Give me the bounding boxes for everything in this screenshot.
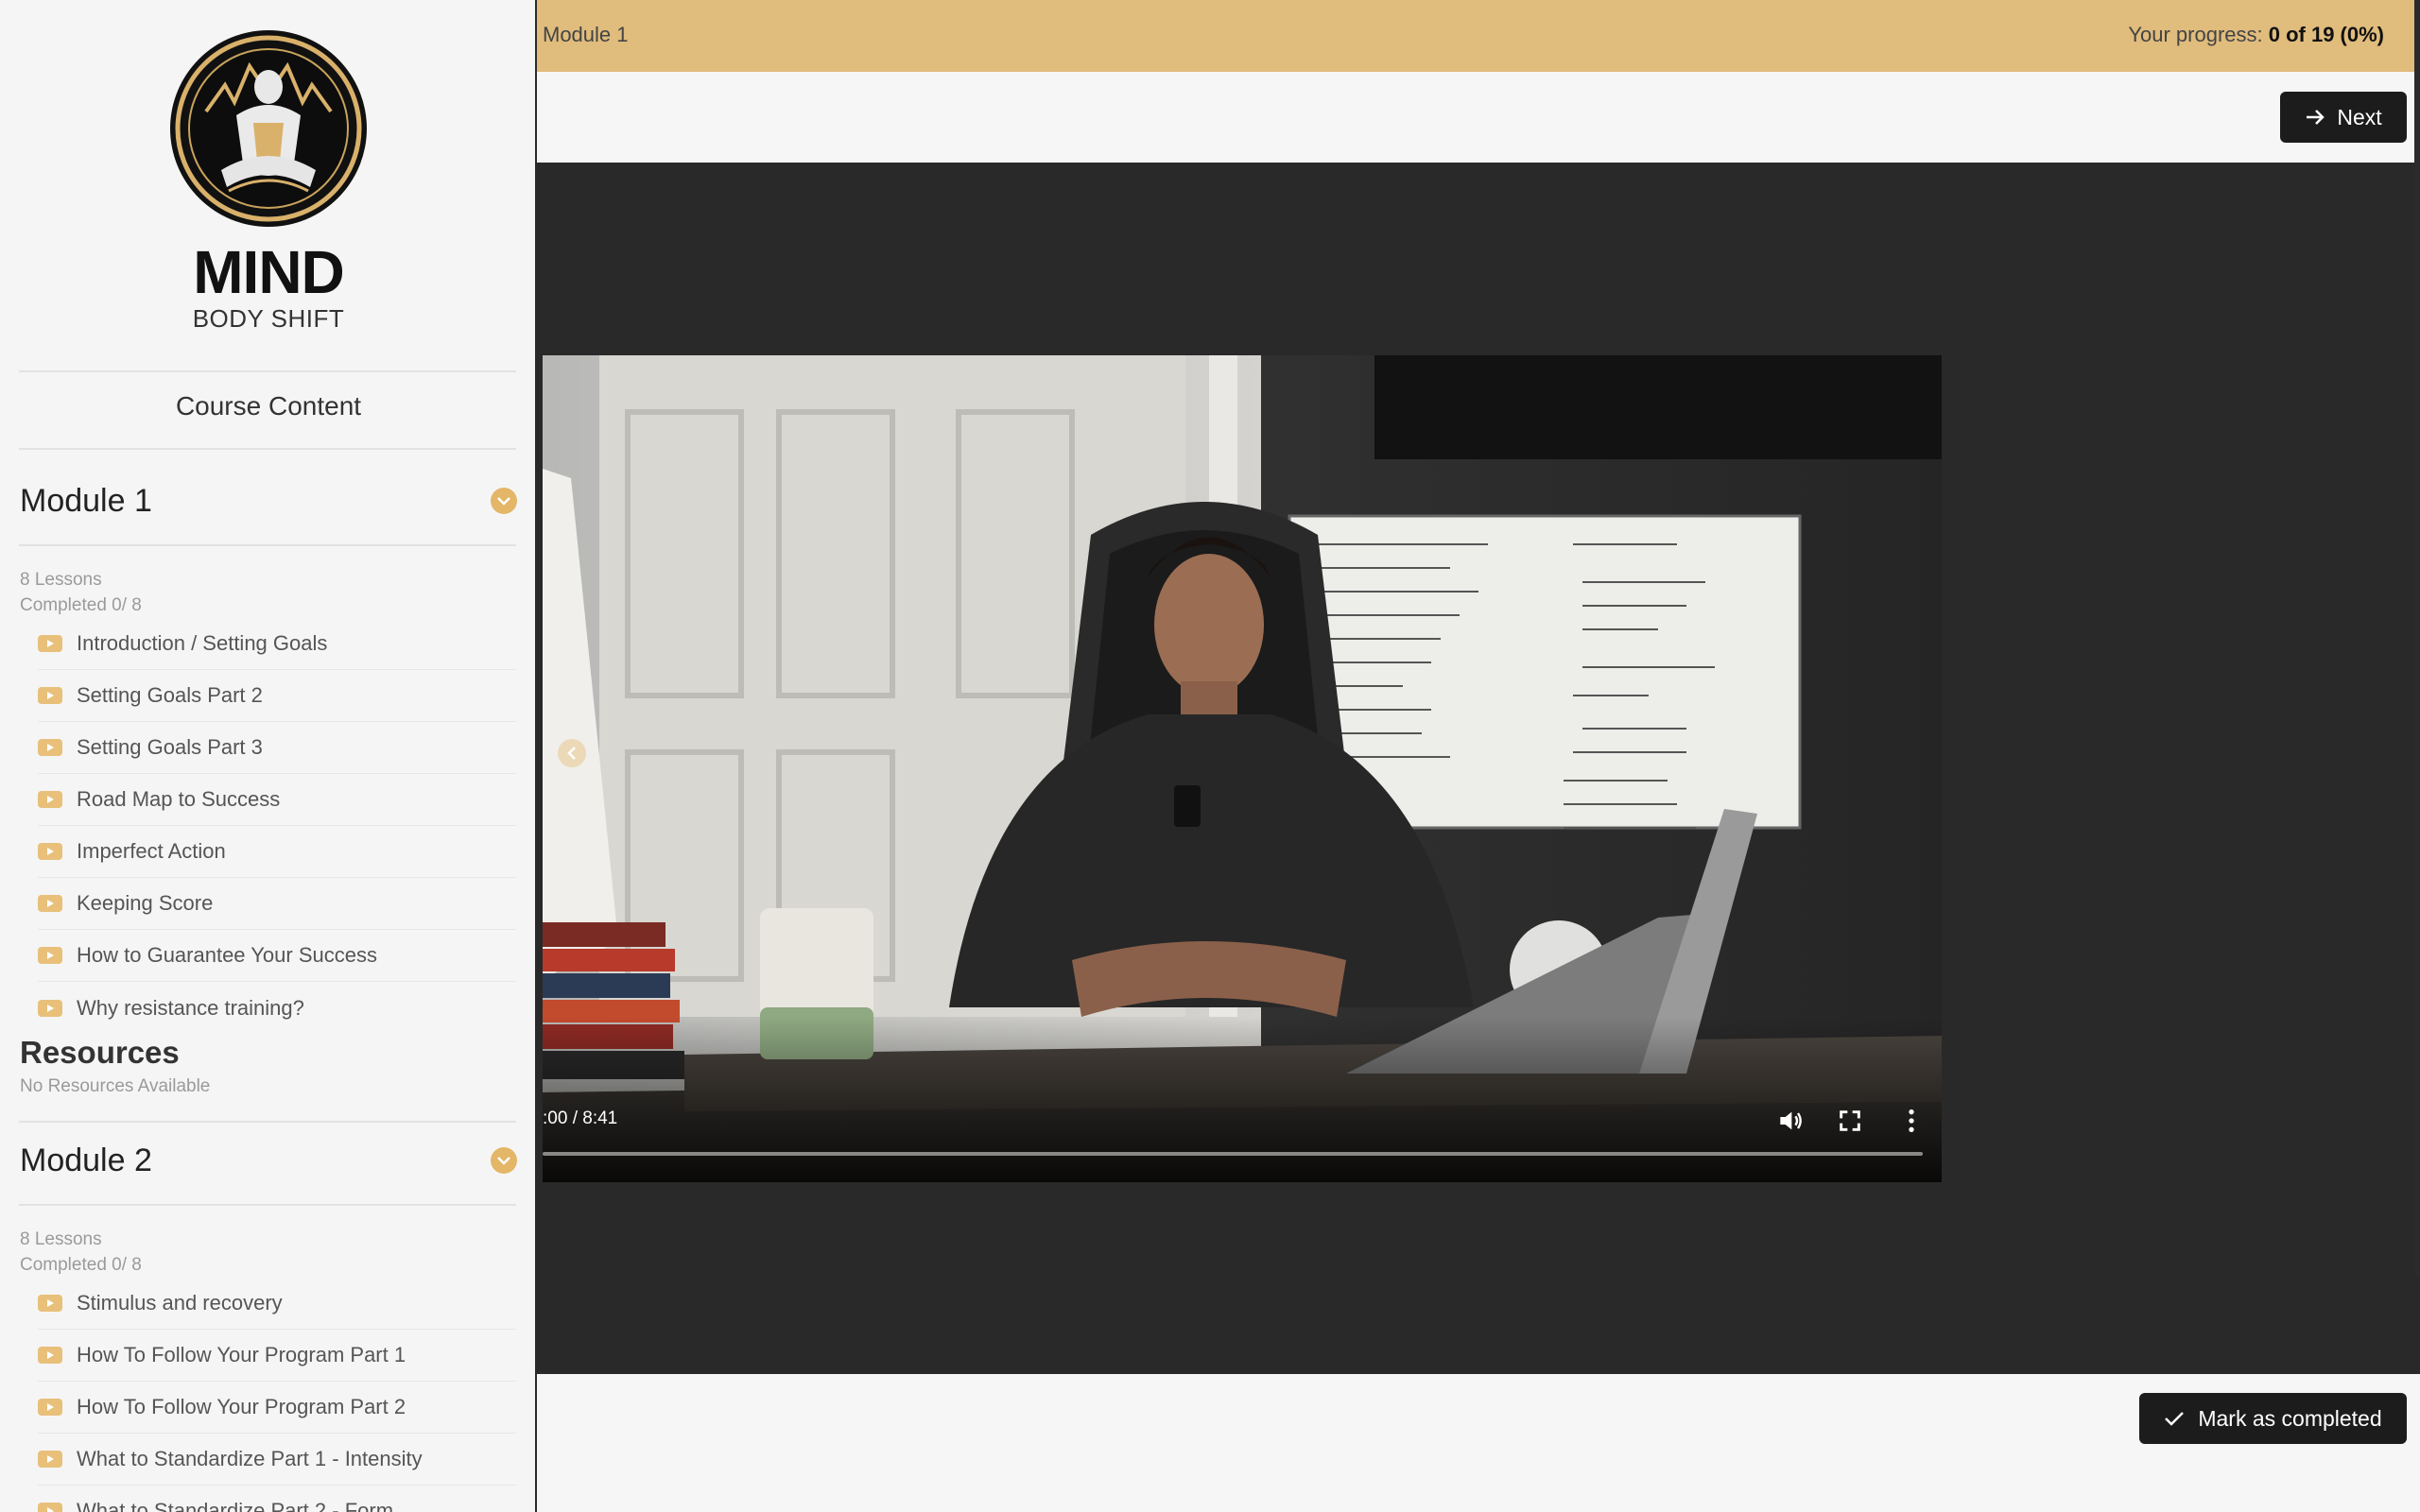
play-icon — [38, 687, 62, 704]
lesson-label: What to Standardize Part 1 - Intensity — [77, 1447, 423, 1470]
lesson-label: Road Map to Success — [77, 787, 281, 811]
brand-subtitle: BODY SHIFT — [192, 304, 345, 333]
lessons-count: 8 Lessons — [20, 570, 102, 590]
fullscreen-icon[interactable] — [1835, 1106, 1865, 1136]
lesson-label: Imperfect Action — [77, 839, 226, 863]
arrow-right-icon — [2307, 110, 2325, 125]
module-1-header[interactable]: Module 1 — [20, 472, 517, 529]
lesson-item[interactable]: Stimulus and recovery — [38, 1278, 516, 1330]
play-icon — [38, 947, 62, 964]
play-icon — [38, 843, 62, 860]
lesson-item[interactable]: What to Standardize Part 2 - Form — [38, 1486, 516, 1512]
lesson-label: Keeping Score — [77, 891, 214, 915]
resources-note: No Resources Available — [20, 1076, 211, 1096]
video-seek-bar[interactable] — [543, 1152, 1923, 1156]
volume-icon[interactable] — [1775, 1106, 1806, 1136]
lesson-item[interactable]: Introduction / Setting Goals — [38, 618, 516, 670]
completed-count: Completed 0/ 8 — [20, 1255, 142, 1275]
play-icon — [38, 1399, 62, 1416]
course-content-heading: Course Content — [175, 391, 362, 421]
chevron-down-icon[interactable] — [491, 488, 517, 514]
video-time: :00 / 8:41 — [543, 1108, 618, 1128]
progress-text: Your progress: 0 of 19 (0%) — [2128, 23, 2384, 47]
scrollbar[interactable] — [2414, 0, 2420, 1276]
module-meta: 8 Lessons Completed 0/ 8 — [20, 1227, 142, 1278]
logo-emblem-icon — [168, 28, 369, 229]
play-icon — [38, 739, 62, 756]
play-icon — [38, 635, 62, 652]
lesson-label: Setting Goals Part 3 — [77, 735, 263, 759]
check-icon — [2165, 1412, 2185, 1426]
progress-bar-header: Module 1 Your progress: 0 of 19 (0%) — [537, 0, 2420, 72]
completed-count: Completed 0/ 8 — [20, 595, 142, 615]
progress-value: 0 of 19 (0%) — [2268, 23, 2384, 46]
lesson-nav: Next — [537, 72, 2420, 163]
play-icon — [38, 895, 62, 912]
lesson-label: Introduction / Setting Goals — [77, 631, 328, 655]
lesson-label: How To Follow Your Program Part 2 — [77, 1395, 406, 1418]
lesson-label: Why resistance training? — [77, 995, 304, 1020]
module-2-lessons: Stimulus and recovery How To Follow Your… — [38, 1278, 516, 1512]
lesson-item[interactable]: What to Standardize Part 1 - Intensity — [38, 1434, 516, 1486]
sidebar: MIND BODY SHIFT Course Content Module 1 … — [0, 0, 537, 1512]
mark-completed-label: Mark as completed — [2198, 1405, 2382, 1431]
next-button[interactable]: Next — [2280, 92, 2407, 143]
play-icon — [38, 791, 62, 808]
lesson-item[interactable]: How To Follow Your Program Part 1 — [38, 1330, 516, 1382]
lesson-item[interactable]: Why resistance training? — [38, 982, 516, 1034]
play-icon — [38, 1295, 62, 1312]
logo[interactable]: MIND BODY SHIFT — [0, 28, 535, 334]
more-options-icon[interactable] — [1896, 1106, 1927, 1136]
lesson-label: Stimulus and recovery — [77, 1291, 283, 1314]
lesson-item[interactable]: How to Guarantee Your Success — [38, 930, 516, 982]
resources-title: Resources — [20, 1035, 180, 1070]
lesson-label: How To Follow Your Program Part 1 — [77, 1343, 406, 1366]
divider — [19, 1204, 516, 1206]
lesson-item[interactable]: Keeping Score — [38, 878, 516, 930]
divider — [19, 544, 516, 546]
video-player[interactable] — [543, 355, 1942, 1182]
previous-arrow-icon[interactable] — [558, 739, 586, 767]
video-frame-image — [543, 355, 1942, 1182]
divider — [19, 448, 516, 450]
module-title: Module 1 — [20, 482, 152, 519]
current-module-label: Module 1 — [543, 23, 629, 46]
divider — [19, 1121, 516, 1123]
lesson-label: Setting Goals Part 2 — [77, 683, 263, 707]
next-label: Next — [2337, 104, 2382, 129]
lesson-item[interactable]: How To Follow Your Program Part 2 — [38, 1382, 516, 1434]
lessons-count: 8 Lessons — [20, 1229, 102, 1249]
lesson-item[interactable]: Road Map to Success — [38, 774, 516, 826]
module-meta: 8 Lessons Completed 0/ 8 — [20, 567, 142, 618]
module-title: Module 2 — [20, 1142, 152, 1178]
lesson-item[interactable]: Setting Goals Part 3 — [38, 722, 516, 774]
progress-label: Your progress: — [2128, 23, 2269, 46]
lesson-label: How to Guarantee Your Success — [77, 943, 377, 967]
lesson-item[interactable]: Setting Goals Part 2 — [38, 670, 516, 722]
chevron-down-icon[interactable] — [491, 1147, 517, 1174]
lesson-label: What to Standardize Part 2 - Form — [77, 1499, 394, 1512]
lesson-item[interactable]: Imperfect Action — [38, 826, 516, 878]
mark-completed-button[interactable]: Mark as completed — [2139, 1393, 2407, 1444]
divider — [19, 370, 516, 372]
play-icon — [38, 1451, 62, 1468]
play-icon — [38, 999, 62, 1017]
lesson-footer: Mark as completed — [537, 1374, 2420, 1512]
module-1-lessons: Introduction / Setting Goals Setting Goa… — [38, 618, 516, 1034]
module-2-header[interactable]: Module 2 — [20, 1132, 517, 1189]
play-icon — [38, 1503, 62, 1512]
brand-name: MIND — [193, 238, 345, 306]
play-icon — [38, 1347, 62, 1364]
